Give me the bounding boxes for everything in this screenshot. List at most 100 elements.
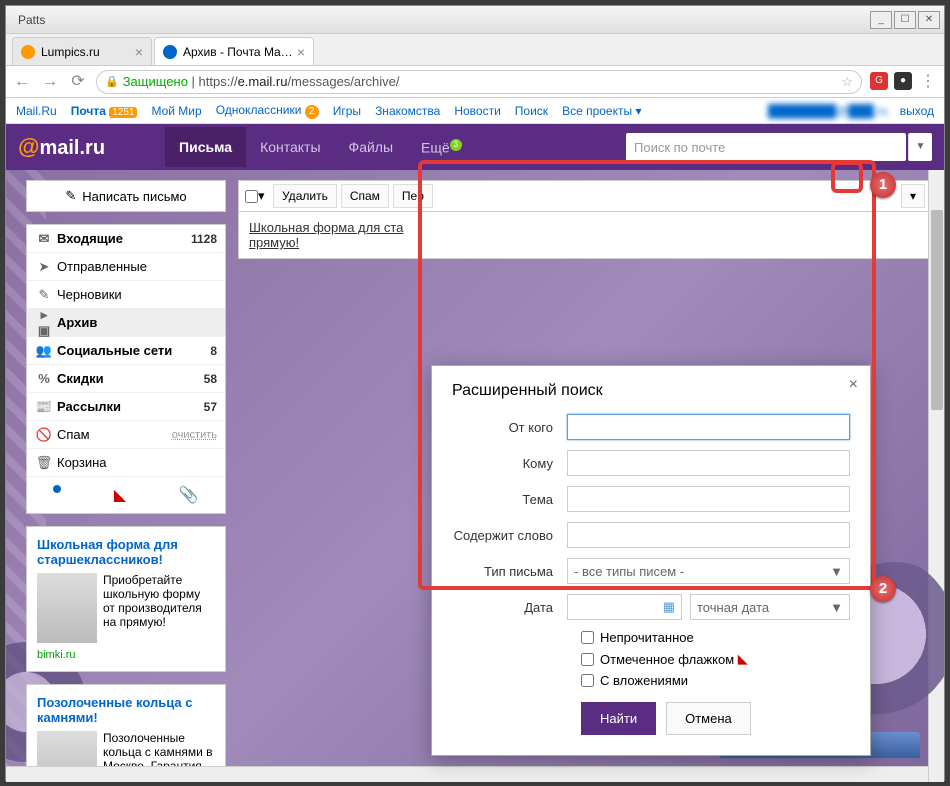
find-button[interactable]: Найти: [581, 702, 656, 735]
nav-pochta[interactable]: Почта 1251: [71, 104, 138, 118]
flagged-filter-icon[interactable]: ◣: [114, 485, 126, 505]
ext-icon-1[interactable]: G: [870, 72, 888, 90]
select-date-mode[interactable]: точная дата ▼: [690, 594, 850, 620]
maximize-button[interactable]: ☐: [894, 11, 916, 29]
move-button[interactable]: Пер: [393, 184, 433, 208]
nav-moimir[interactable]: Мой Мир: [151, 104, 201, 118]
ad-source: bimki.ru: [37, 649, 215, 661]
nav-ok[interactable]: Одноклассники 2: [216, 103, 319, 119]
message-subject: Школьная форма для ста: [249, 220, 403, 235]
select-all-checkbox[interactable]: ▾: [245, 188, 269, 204]
nav-poisk[interactable]: Поиск: [515, 104, 548, 118]
input-subject[interactable]: [567, 486, 850, 512]
attach-filter-icon[interactable]: 📎: [179, 485, 199, 505]
social-icon: 👥: [35, 343, 53, 359]
nav-znak[interactable]: Знакомства: [375, 104, 440, 118]
tab-lumpics[interactable]: Lumpics.ru ×: [12, 37, 152, 65]
logout-link[interactable]: выход: [900, 104, 934, 118]
sidebar: ✎ Написать письмо ✉ Входящие 1128 ➤ Отпр…: [26, 180, 226, 782]
folder-drafts[interactable]: ✎ Черновики: [27, 281, 225, 309]
folder-newsletters[interactable]: 📰 Рассылки 57: [27, 393, 225, 421]
url-field[interactable]: 🔒 Защищено | https://e.mail.ru/messages/…: [96, 70, 862, 94]
secure-label: Защищено: [123, 74, 188, 89]
tab-close-icon[interactable]: ×: [135, 44, 143, 60]
nav-all[interactable]: Все проекты ▾: [562, 104, 641, 118]
folder-sent[interactable]: ➤ Отправленные: [27, 253, 225, 281]
checkbox-flagged-row[interactable]: Отмеченное флажком ◣: [581, 651, 850, 667]
user-email[interactable]: ████████@███.ru: [768, 104, 888, 118]
message-snippet: прямую!: [249, 235, 299, 250]
search-input[interactable]: Поиск по почте: [626, 133, 906, 161]
close-button[interactable]: ✕: [918, 11, 940, 29]
menu-button[interactable]: ⋮: [918, 72, 938, 92]
input-to[interactable]: [567, 450, 850, 476]
lock-icon: 🔒: [105, 75, 119, 88]
ad-title: Позолоченные кольца с камнями!: [37, 695, 215, 725]
nav-files[interactable]: Файлы: [335, 127, 407, 168]
ext-icon-2[interactable]: ●: [894, 72, 912, 90]
message-row[interactable]: Школьная форма для ста прямую!: [238, 212, 932, 259]
nav-mailru[interactable]: Mail.Ru: [16, 104, 57, 118]
main-nav: Письма Контакты Файлы Ещё3: [165, 127, 476, 168]
label-date: Дата: [452, 600, 567, 615]
tab-label: Архив - Почта Mail.Ru: [183, 45, 293, 59]
folder-social[interactable]: 👥 Социальные сети 8: [27, 337, 225, 365]
forward-button[interactable]: →: [40, 72, 60, 92]
archive-icon: ▸ ▣: [35, 307, 53, 339]
nav-contacts[interactable]: Контакты: [246, 127, 334, 168]
dialog-buttons: Найти Отмена: [581, 702, 850, 735]
star-icon[interactable]: ☆: [841, 74, 853, 90]
toolbar-more-button[interactable]: ▾: [901, 184, 925, 208]
checkbox-unread-row[interactable]: Непрочитанное: [581, 630, 850, 645]
logo[interactable]: @mail.ru: [18, 134, 105, 160]
checkbox-attach-row[interactable]: С вложениями: [581, 673, 850, 688]
input-date[interactable]: ▦: [567, 594, 682, 620]
spam-button[interactable]: Спам: [341, 184, 389, 208]
minimize-button[interactable]: _: [870, 11, 892, 29]
folder-trash[interactable]: 🗑 Корзина: [27, 449, 225, 477]
favicon-icon: [163, 45, 177, 59]
folder-discounts[interactable]: % Скидки 58: [27, 365, 225, 393]
label-to: Кому: [452, 456, 567, 471]
inbox-icon: ✉: [35, 231, 53, 247]
label-from: От кого: [452, 420, 567, 435]
discounts-icon: %: [35, 371, 53, 386]
input-from[interactable]: [567, 414, 850, 440]
content-area: ✎ Написать письмо ✉ Входящие 1128 ➤ Отпр…: [6, 170, 944, 782]
checkbox-attach[interactable]: [581, 674, 594, 687]
address-bar: ← → ⟳ 🔒 Защищено | https://e.mail.ru/mes…: [6, 66, 944, 98]
cancel-button[interactable]: Отмена: [666, 702, 751, 735]
checkbox-unread[interactable]: [581, 631, 594, 644]
drafts-icon: ✎: [35, 287, 53, 303]
favicon-icon: [21, 45, 35, 59]
scroll-thumb[interactable]: [931, 210, 943, 410]
compose-button[interactable]: ✎ Написать письмо: [26, 180, 226, 212]
window-title: Patts: [10, 13, 45, 27]
dialog-close-button[interactable]: ×: [849, 376, 858, 394]
nav-igry[interactable]: Игры: [333, 104, 361, 118]
nav-novosti[interactable]: Новости: [454, 104, 500, 118]
back-button[interactable]: ←: [12, 72, 32, 92]
checkbox-flagged[interactable]: [581, 653, 594, 666]
tab-mailru[interactable]: Архив - Почта Mail.Ru ×: [154, 37, 314, 65]
url-text: | https://e.mail.ru/messages/archive/: [188, 74, 400, 89]
select-type[interactable]: - все типы писем - ▼: [567, 558, 850, 584]
delete-button[interactable]: Удалить: [273, 184, 337, 208]
reload-button[interactable]: ⟳: [68, 72, 88, 92]
tab-close-icon[interactable]: ×: [297, 44, 305, 60]
browser-tabs: Lumpics.ru × Архив - Почта Mail.Ru ×: [6, 34, 944, 66]
chevron-down-icon: ▼: [830, 564, 843, 579]
ad-block-1[interactable]: Школьная форма для старшеклассников! При…: [26, 526, 226, 672]
search-dropdown-button[interactable]: ▼: [908, 133, 932, 161]
folder-inbox[interactable]: ✉ Входящие 1128: [27, 225, 225, 253]
flag-icon: ◣: [738, 651, 748, 667]
horizontal-scrollbar[interactable]: [6, 766, 928, 782]
clear-spam-link[interactable]: очистить: [172, 429, 217, 441]
folder-spam[interactable]: 🚫 Спам очистить: [27, 421, 225, 449]
nav-more[interactable]: Ещё3: [407, 127, 476, 168]
unread-filter-icon[interactable]: [53, 485, 61, 493]
input-contains[interactable]: [567, 522, 850, 548]
folder-archive[interactable]: ▸ ▣ Архив: [27, 309, 225, 337]
tab-label: Lumpics.ru: [41, 45, 131, 59]
nav-letters[interactable]: Письма: [165, 127, 246, 168]
